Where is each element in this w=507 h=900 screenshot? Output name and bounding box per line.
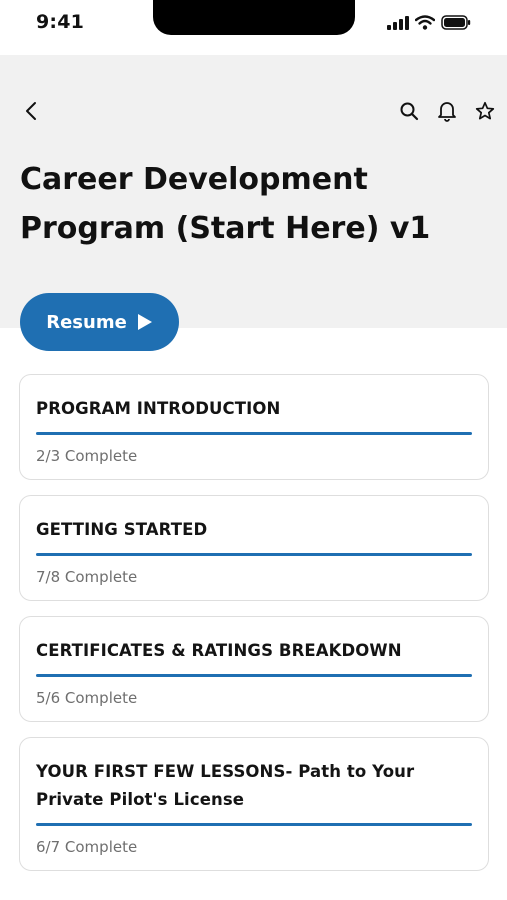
module-status: 6/7 Complete <box>36 838 138 856</box>
module-list: PROGRAM INTRODUCTION 2/3 Complete GETTIN… <box>19 374 489 871</box>
module-progress-fill <box>36 553 472 556</box>
bell-icon <box>438 102 456 122</box>
wifi-icon <box>414 15 436 34</box>
module-progress-bar <box>36 674 472 677</box>
battery-icon <box>441 15 471 34</box>
resume-button-label: Resume <box>46 311 127 333</box>
nav-bar <box>0 96 507 126</box>
star-icon <box>475 101 495 120</box>
module-card-first-lessons[interactable]: YOUR FIRST FEW LESSONS- Path to Your Pri… <box>19 737 489 871</box>
play-icon <box>137 314 152 330</box>
back-button[interactable] <box>20 98 42 124</box>
module-progress-fill <box>36 823 472 826</box>
module-progress-bar <box>36 432 472 435</box>
status-icons <box>387 15 471 34</box>
page-title: Career Development Program (Start Here) … <box>20 162 431 246</box>
module-progress-fill <box>36 674 472 677</box>
camera-notch <box>153 0 355 35</box>
module-status: 5/6 Complete <box>36 689 138 707</box>
module-title: YOUR FIRST FEW LESSONS- Path to Your Pri… <box>36 762 415 809</box>
module-card-program-introduction[interactable]: PROGRAM INTRODUCTION 2/3 Complete <box>19 374 489 480</box>
favorite-button[interactable] <box>473 99 497 123</box>
module-card-getting-started[interactable]: GETTING STARTED 7/8 Complete <box>19 495 489 601</box>
status-bar: 9:41 <box>0 0 507 55</box>
module-progress-bar <box>36 823 472 826</box>
search-button[interactable] <box>397 99 421 123</box>
module-card-certificates-ratings[interactable]: CERTIFICATES & RATINGS BREAKDOWN 5/6 Com… <box>19 616 489 722</box>
module-progress-fill <box>36 432 472 435</box>
module-progress-bar <box>36 553 472 556</box>
module-status: 2/3 Complete <box>36 447 138 465</box>
status-time: 9:41 <box>36 11 85 33</box>
signal-icon <box>387 15 409 34</box>
module-status: 7/8 Complete <box>36 568 138 586</box>
module-title: PROGRAM INTRODUCTION <box>36 399 281 418</box>
module-title: GETTING STARTED <box>36 520 208 539</box>
resume-button[interactable]: Resume <box>20 293 179 351</box>
module-title: CERTIFICATES & RATINGS BREAKDOWN <box>36 641 402 660</box>
back-icon <box>26 102 36 120</box>
notifications-button[interactable] <box>435 99 459 123</box>
search-icon <box>400 102 419 121</box>
